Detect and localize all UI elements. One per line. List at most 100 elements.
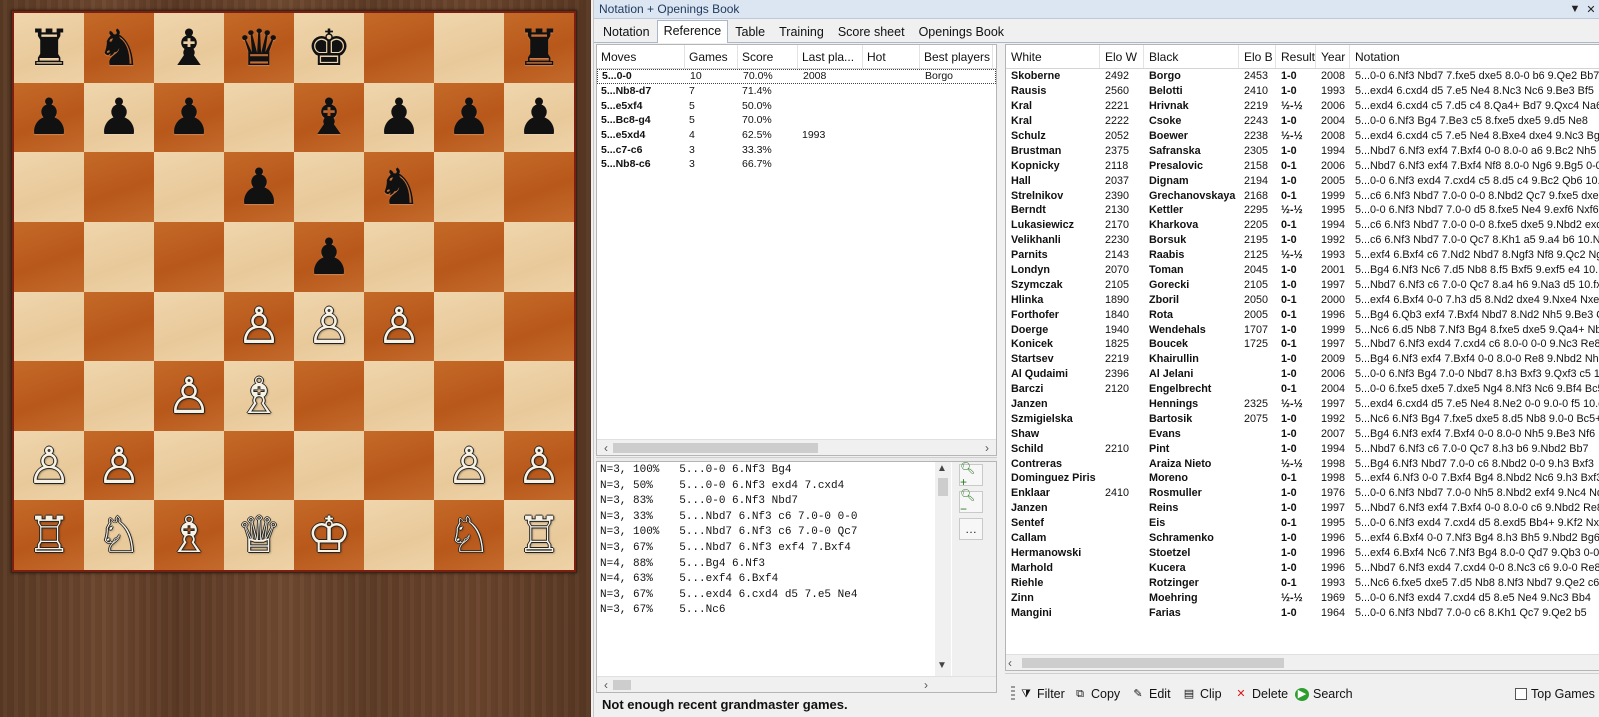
board-square[interactable]: ♙ (504, 430, 574, 501)
table-row[interactable]: Mangini Farias 1-0 1964 5...0-0 6.Nf3 Nbd7 7… (1006, 605, 1599, 620)
white-pawn-piece[interactable]: ♙ (377, 301, 422, 351)
scroll-right-icon[interactable]: › (919, 678, 933, 692)
board-square[interactable]: ♞ (84, 13, 154, 83)
statistics-line[interactable]: N=3, 83% 5...0-0 6.Nf3 Nbd7 (600, 494, 932, 510)
table-row[interactable]: Parnits 2143 Raabis 2125 ½-½ 1993 5...exf4 6.B… (1006, 248, 1599, 263)
board-square[interactable] (224, 430, 294, 501)
statistics-line[interactable]: N=3, 67% 5...Nbd7 6.Nf3 exf4 7.Bxf4 (600, 541, 932, 557)
board-square[interactable]: ♙ (154, 361, 224, 431)
board-square[interactable] (294, 152, 364, 222)
black-pawn-piece[interactable]: ♟ (377, 92, 422, 142)
board-square[interactable] (14, 221, 84, 292)
scroll-thumb[interactable] (613, 680, 631, 690)
delete-button[interactable]: ✕ Delete (1234, 687, 1288, 701)
statistics-line[interactable]: N=3, 67% 5...Nc6 (600, 603, 932, 619)
board-square[interactable]: ♙ (14, 430, 84, 501)
board-square[interactable]: ♘ (84, 500, 154, 570)
board-square[interactable]: ♙ (84, 430, 154, 501)
table-row[interactable]: Berndt 2130 Kettler 2295 ½-½ 1995 5...0-0 6.Nf… (1006, 203, 1599, 218)
table-row[interactable]: Janzen Hennings 2325 ½-½ 1997 5...exd4 6.cxd4… (1006, 397, 1599, 412)
chess-board[interactable]: ♜ ♞ ♝ ♛ ♚ ♜ ♟ ♟ ♟ ♝ ♟ ♟ ♟ ♟ ♞ ♟ ♙ ♙ ♙ ♙ ♗ ♙ ♙ ♙ ♙ ♖ ♘ ♗ ♕ ♔ ♘ ♖ (11, 10, 577, 573)
statistics-line[interactable]: N=3, 100% 5...0-0 6.Nf3 Bg4 (600, 463, 932, 479)
column-header[interactable]: Year (1316, 45, 1350, 68)
table-row[interactable]: Schulz 2052 Boewer 2238 ½-½ 2008 5...exd4 6.cx… (1006, 129, 1599, 144)
black-pawn-piece[interactable]: ♟ (517, 92, 562, 142)
white-bishop-piece[interactable]: ♗ (167, 510, 212, 560)
table-row[interactable]: 5...Bc8-g4 5 70.0% (597, 113, 996, 128)
black-bishop-piece[interactable]: ♝ (307, 92, 352, 142)
copy-button[interactable]: ⧉ Copy (1073, 687, 1120, 701)
table-row[interactable]: Janzen Reins 1-0 1997 5...Nbd7 6.Nf3 exf4 7.… (1006, 501, 1599, 516)
table-row[interactable]: Enklaar 2410 Rosmuller 1-0 1976 5...0-0 6.Nf3… (1006, 486, 1599, 501)
table-row[interactable]: 5...0-0 10 70.0% 2008 Borgo (597, 69, 996, 84)
column-header[interactable]: Games (685, 45, 738, 68)
board-square[interactable]: ♗ (224, 361, 294, 431)
board-square[interactable]: ♟ (294, 221, 364, 292)
table-row[interactable]: Barczi 2120 Engelbrecht 0-1 2004 5...0-0 6.fx… (1006, 382, 1599, 397)
table-row[interactable]: 5...Nb8-d7 7 71.4% (597, 84, 996, 99)
board-square[interactable] (84, 221, 154, 292)
white-bishop-piece[interactable]: ♗ (237, 371, 282, 421)
white-pawn-piece[interactable]: ♙ (517, 441, 562, 491)
scroll-thumb[interactable] (938, 478, 948, 496)
close-icon[interactable]: ✕ (1583, 3, 1599, 16)
board-square[interactable] (364, 221, 434, 292)
board-square[interactable] (294, 430, 364, 501)
black-queen-piece[interactable]: ♛ (237, 23, 282, 73)
games-horizontal-scrollbar[interactable]: ‹ (1006, 654, 1599, 670)
zoom-out-icon[interactable]: 🔍︎− (959, 488, 983, 516)
table-row[interactable]: Contreras Araiza Nieto ½-½ 1998 5...Bg4 6.Nf… (1006, 456, 1599, 471)
board-square[interactable] (364, 13, 434, 83)
statistics-horizontal-scrollbar[interactable]: ‹ › (597, 676, 996, 692)
board-square[interactable]: ♜ (14, 13, 84, 83)
board-square[interactable]: ♝ (294, 82, 364, 153)
filter-button[interactable]: ⧩ Filter (1019, 687, 1065, 701)
scroll-up-icon[interactable]: ▲ (937, 463, 947, 474)
white-knight-piece[interactable]: ♘ (97, 510, 142, 560)
board-square[interactable]: ♕ (224, 500, 294, 570)
table-row[interactable]: Zinn Moehring ½-½ 1969 5...0-0 6.Nf3 exd4 7.… (1006, 590, 1599, 605)
white-pawn-piece[interactable]: ♙ (97, 441, 142, 491)
table-row[interactable]: Kopnicky 2118 Presalovic 2158 0-1 2006 5...Nbd… (1006, 158, 1599, 173)
board-square[interactable]: ♘ (434, 500, 504, 570)
column-header[interactable]: Elo W (1100, 45, 1144, 68)
table-row[interactable]: Sentef Eis 0-1 1995 5...0-0 6.Nf3 exd4 7.cxd… (1006, 516, 1599, 531)
table-row[interactable]: Riehle Rotzinger 0-1 1993 5...Nc6 6.fxe5 dxe… (1006, 575, 1599, 590)
board-square[interactable] (154, 291, 224, 362)
table-row[interactable]: Dominguez Piris Moreno 0-1 1998 5...exf4 6.N… (1006, 471, 1599, 486)
tab-openings-book[interactable]: Openings Book (912, 21, 1011, 42)
board-square[interactable]: ♞ (364, 152, 434, 222)
board-square[interactable] (14, 291, 84, 362)
black-rook-piece[interactable]: ♜ (517, 23, 562, 73)
black-bishop-piece[interactable]: ♝ (167, 23, 212, 73)
board-square[interactable]: ♖ (14, 500, 84, 570)
board-square[interactable] (434, 291, 504, 362)
board-square[interactable] (364, 430, 434, 501)
board-square[interactable]: ♙ (364, 291, 434, 362)
board-square[interactable]: ♟ (14, 82, 84, 153)
table-row[interactable]: Brustman 2375 Safranska 2305 1-0 1994 5...Nbd7… (1006, 143, 1599, 158)
scroll-left-icon[interactable]: ‹ (599, 441, 613, 455)
board-square[interactable] (504, 152, 574, 222)
black-pawn-piece[interactable]: ♟ (167, 92, 212, 142)
table-row[interactable]: Rausis 2560 Belotti 2410 1-0 1993 5...exd4 6.c… (1006, 84, 1599, 99)
board-square[interactable] (504, 221, 574, 292)
statistics-line[interactable]: N=3, 67% 5...exd4 6.cxd4 d5 7.e5 Ne4 (600, 588, 932, 604)
board-square[interactable] (504, 361, 574, 431)
statistics-line[interactable]: N=4, 63% 5...exf4 6.Bxf4 (600, 572, 932, 588)
column-header[interactable]: Score (738, 45, 798, 68)
table-row[interactable]: Startsev 2219 Khairullin 1-0 2009 5...Bg4 6.N… (1006, 352, 1599, 367)
table-row[interactable]: Al Qudaimi 2396 Al Jelani 1-0 2006 5...0-0 6.… (1006, 367, 1599, 382)
black-knight-piece[interactable]: ♞ (97, 23, 142, 73)
black-pawn-piece[interactable]: ♟ (237, 162, 282, 212)
black-pawn-piece[interactable]: ♟ (307, 232, 352, 282)
white-knight-piece[interactable]: ♘ (447, 510, 492, 560)
table-row[interactable]: Lukasiewicz 2170 Kharkova 2205 0-1 1994 5...c6… (1006, 218, 1599, 233)
board-square[interactable] (84, 291, 154, 362)
table-row[interactable]: Hall 2037 Dignam 2194 1-0 2005 5...0-0 6.Nf3 e… (1006, 173, 1599, 188)
board-square[interactable] (504, 291, 574, 362)
column-header[interactable]: Last pla... (798, 45, 863, 68)
column-header[interactable]: White (1006, 45, 1100, 68)
board-square[interactable] (364, 500, 434, 570)
table-row[interactable]: 5...e5xd4 4 62.5% 1993 (597, 128, 996, 143)
